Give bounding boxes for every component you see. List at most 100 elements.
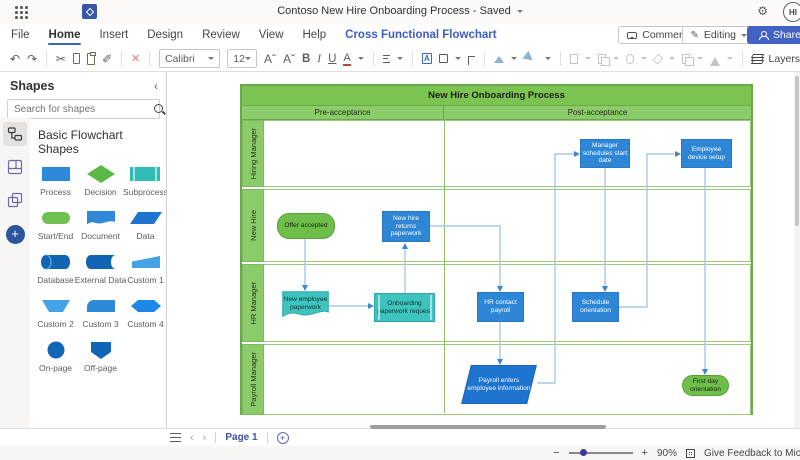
redo-icon[interactable]: ↷ bbox=[27, 53, 37, 65]
rotate-menu[interactable] bbox=[710, 52, 720, 66]
tab-home[interactable]: Home bbox=[49, 29, 81, 41]
search-icon[interactable] bbox=[152, 102, 155, 116]
chevron-down-icon[interactable] bbox=[613, 57, 619, 63]
stencil-shape-custom-4[interactable]: Custom 4 bbox=[127, 296, 163, 329]
stencil-shape-on-page[interactable]: On-page bbox=[38, 340, 74, 373]
line-color-icon[interactable] bbox=[523, 50, 540, 66]
underline-button[interactable]: U bbox=[328, 53, 336, 65]
chevron-down-icon[interactable] bbox=[669, 57, 675, 63]
format-painter-icon[interactable]: ✐ bbox=[102, 53, 112, 65]
page-tab[interactable]: Page 1 bbox=[225, 432, 257, 443]
zoom-slider-thumb[interactable] bbox=[580, 449, 587, 456]
stencil-shape-process[interactable]: Process bbox=[38, 164, 74, 197]
shape-onboarding-paperwork-request[interactable]: Onboarding paperwork request bbox=[374, 293, 435, 322]
lane-label-hiring-manager[interactable]: Hiring Manager bbox=[242, 120, 264, 187]
text-align-icon[interactable] bbox=[383, 55, 390, 63]
fill-color-icon[interactable] bbox=[494, 51, 504, 63]
undo-icon[interactable]: ↶ bbox=[10, 53, 20, 65]
lane-area[interactable] bbox=[264, 189, 751, 262]
more-stencils-icon[interactable] bbox=[3, 188, 27, 212]
share-button[interactable]: Share bbox=[747, 26, 800, 44]
shape-payroll-enters-employee-information[interactable]: Payroll enters employee information bbox=[461, 365, 537, 404]
avatar[interactable]: HI bbox=[783, 2, 800, 22]
shape-hr-contact-payroll[interactable]: HR contact payroll bbox=[477, 292, 524, 322]
shape-menu-icon[interactable] bbox=[439, 54, 448, 63]
tab-view[interactable]: View bbox=[259, 29, 284, 41]
tab-cross-functional-flowchart[interactable]: Cross Functional Flowchart bbox=[345, 29, 496, 41]
shape-employee-device-setup[interactable]: Employee device setup bbox=[681, 139, 732, 168]
paste-icon[interactable] bbox=[87, 53, 95, 65]
stencil-shape-custom-1[interactable]: Custom 1 bbox=[127, 252, 163, 285]
stencil-shape-decision[interactable]: Decision bbox=[83, 164, 119, 197]
chevron-down-icon[interactable] bbox=[455, 57, 461, 63]
next-page-icon[interactable]: › bbox=[203, 432, 207, 444]
editing-mode-button[interactable]: ✎ Editing bbox=[682, 26, 757, 44]
phase-pre-acceptance[interactable]: Pre-acceptance bbox=[242, 106, 444, 119]
phase-post-acceptance[interactable]: Post-acceptance bbox=[444, 106, 751, 119]
lane-label-payroll-manager[interactable]: Payroll Manager bbox=[242, 344, 264, 415]
group-menu[interactable] bbox=[598, 54, 606, 64]
chevron-down-icon[interactable] bbox=[358, 57, 364, 63]
shape-new-hire-returns-paperwork[interactable]: New hire returns paperwork bbox=[382, 211, 430, 242]
stencil-shape-external-data[interactable]: External Data bbox=[75, 252, 127, 285]
document-title[interactable]: Contoso New Hire Onboarding Process - Sa… bbox=[0, 5, 800, 17]
stencil-shape-custom-3[interactable]: Custom 3 bbox=[82, 296, 118, 329]
tab-help[interactable]: Help bbox=[303, 29, 327, 41]
tab-design[interactable]: Design bbox=[147, 29, 183, 41]
shape-first-day-orientation[interactable]: First day orientation bbox=[682, 375, 729, 396]
shape-schedule-orientation[interactable]: Schedule orientation bbox=[572, 292, 619, 322]
font-size-select[interactable]: 12 bbox=[227, 49, 257, 68]
menu-file[interactable]: File bbox=[11, 29, 30, 41]
chevron-down-icon[interactable] bbox=[585, 57, 591, 63]
chevron-down-icon[interactable] bbox=[727, 57, 733, 63]
shape-new-employee-paperwork[interactable]: New employee paperwork bbox=[282, 291, 329, 321]
cut-icon[interactable]: ✂ bbox=[56, 53, 66, 65]
stencil-shape-database[interactable]: Database bbox=[37, 252, 73, 285]
shapes-search-input[interactable] bbox=[8, 104, 152, 115]
stencil-shape-data[interactable]: Data bbox=[128, 208, 164, 241]
flowchart-title-bar[interactable]: New Hire Onboarding Process bbox=[242, 86, 751, 106]
order-menu[interactable] bbox=[652, 53, 663, 64]
page-list-icon[interactable] bbox=[170, 433, 181, 442]
lane-label-new-hire[interactable]: New Hire bbox=[242, 189, 264, 262]
stencil-shape-custom-2[interactable]: Custom 2 bbox=[37, 296, 73, 329]
tab-insert[interactable]: Insert bbox=[99, 29, 128, 41]
add-page-button[interactable]: + bbox=[277, 432, 289, 444]
text-box-button[interactable]: A bbox=[422, 53, 432, 64]
horizontal-scrollbar-thumb[interactable] bbox=[370, 425, 606, 429]
collapse-panel-icon[interactable]: ‹ bbox=[154, 79, 158, 93]
connector-button[interactable] bbox=[468, 56, 476, 65]
chevron-down-icon[interactable] bbox=[545, 57, 551, 63]
zoom-out-button[interactable]: − bbox=[553, 447, 559, 459]
copy-icon[interactable] bbox=[73, 53, 80, 64]
fit-to-window-icon[interactable] bbox=[686, 449, 695, 458]
align-shapes-menu[interactable] bbox=[626, 54, 634, 64]
italic-button[interactable]: I bbox=[317, 53, 321, 65]
stencil-section-title[interactable]: Basic Flowchart Shapes bbox=[30, 118, 166, 164]
bold-button[interactable]: B bbox=[302, 53, 310, 65]
font-name-select[interactable]: Calibri bbox=[159, 49, 220, 68]
drawing-canvas[interactable]: New Hire Onboarding Process Pre-acceptan… bbox=[168, 72, 800, 428]
shape-offer-accepted[interactable]: Offer accepted bbox=[277, 213, 335, 239]
stencil-shape-off-page[interactable]: Off-page bbox=[83, 340, 119, 373]
feedback-link[interactable]: Give Feedback to Microsoft bbox=[704, 448, 800, 459]
stencil-shape-start-end[interactable]: Start/End bbox=[38, 208, 74, 241]
vertical-scrollbar[interactable] bbox=[794, 72, 800, 428]
delete-icon[interactable]: ✕ bbox=[131, 52, 140, 65]
add-stencil-button[interactable]: + bbox=[6, 225, 25, 244]
chevron-down-icon[interactable] bbox=[641, 57, 647, 63]
chevron-down-icon[interactable] bbox=[511, 57, 517, 63]
previous-page-icon[interactable]: ‹ bbox=[190, 432, 194, 444]
zoom-slider[interactable] bbox=[569, 452, 633, 453]
lane-area[interactable] bbox=[264, 120, 751, 187]
chevron-down-icon[interactable] bbox=[397, 57, 403, 63]
diagram-parts-icon[interactable] bbox=[3, 155, 27, 179]
zoom-level[interactable]: 90% bbox=[657, 448, 677, 459]
zoom-in-button[interactable]: + bbox=[642, 447, 648, 459]
arrange-position-menu[interactable] bbox=[570, 54, 578, 64]
shrink-font-icon[interactable]: Aˇ bbox=[283, 53, 295, 65]
font-color-button[interactable]: A bbox=[343, 52, 350, 66]
tab-review[interactable]: Review bbox=[202, 29, 240, 41]
shape-manager-schedules-start-date[interactable]: Manager schedules start date bbox=[580, 139, 630, 168]
ungroup-menu[interactable] bbox=[682, 54, 690, 64]
